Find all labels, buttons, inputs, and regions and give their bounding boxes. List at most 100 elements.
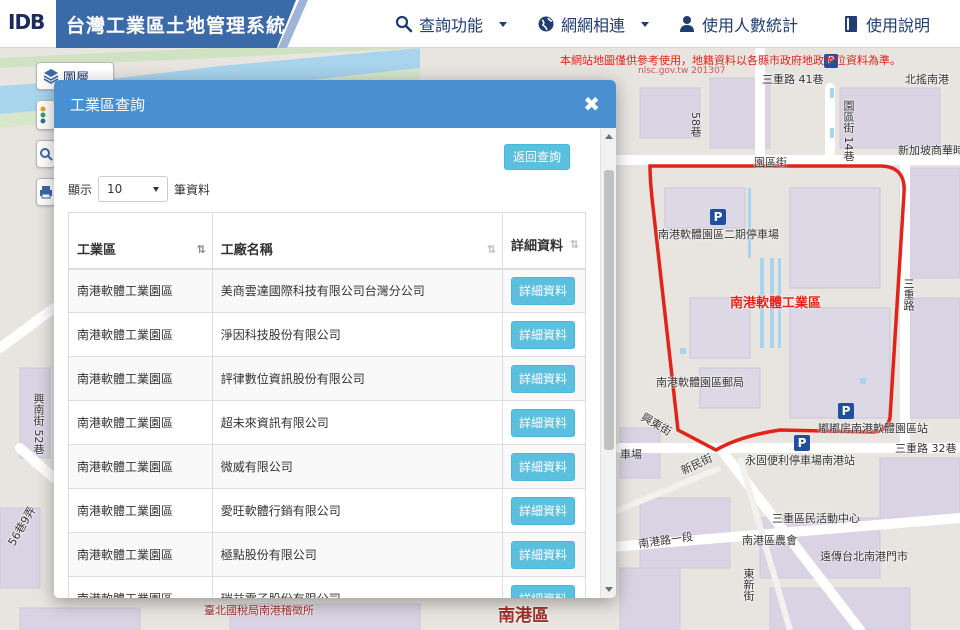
- table-row: 南港軟體工業園區 淨因科技股份有限公司 詳細資料: [68, 312, 587, 357]
- details-button[interactable]: 詳細資料: [510, 540, 575, 569]
- parking-icon[interactable]: P: [794, 435, 810, 451]
- scroll-up-arrow[interactable]: [605, 134, 613, 139]
- page-length-prefix: 顯示: [68, 182, 93, 197]
- details-button[interactable]: 詳細資料: [510, 584, 575, 598]
- map-label-road: 園區街 14巷: [842, 100, 855, 162]
- details-button[interactable]: 詳細資料: [510, 496, 575, 525]
- map-label-road: 三重路: [902, 278, 915, 311]
- table-row: 南港軟體工業園區 極點股份有限公司 詳細資料: [68, 532, 587, 577]
- cell-factory-name: 超未來資訊有限公司: [212, 400, 503, 445]
- user-icon: [680, 16, 694, 32]
- app-title: 台灣工業區土地管理系統: [66, 15, 287, 37]
- nav-user-stats-label: 使用人數統計: [702, 16, 799, 35]
- nav-user-guide-label: 使用說明: [866, 16, 931, 35]
- dialog-body[interactable]: 返回查詢 顯示 10 筆資料 工業區 ⇅ 工廠名稱 ⇅ 詳細資料 ⇅ 南港軟體工業園區…: [54, 128, 600, 598]
- column-header-industrial-area[interactable]: 工業區 ⇅: [68, 212, 213, 270]
- details-button[interactable]: 詳細資料: [510, 408, 575, 437]
- scroll-down-arrow[interactable]: [605, 587, 613, 592]
- column-header-details[interactable]: 詳細資料 ⇅: [502, 212, 587, 270]
- idb-logo[interactable]: IDB: [8, 10, 50, 36]
- page-length-suffix: 筆資料: [174, 182, 211, 197]
- parking-icon[interactable]: P: [710, 209, 726, 225]
- column-header-factory-name[interactable]: 工廠名稱 ⇅: [212, 212, 503, 270]
- close-icon[interactable]: ✖: [583, 94, 600, 114]
- search-icon: [40, 148, 53, 161]
- parking-icon[interactable]: P: [838, 403, 854, 419]
- map-label-road: 58巷: [689, 112, 702, 137]
- table-body: 南港軟體工業園區 美商雲達國際科技有限公司台灣分公司 詳細資料 南港軟體工業園區 淨因科…: [68, 268, 587, 598]
- scrollbar-thumb[interactable]: [604, 170, 614, 450]
- industrial-area-query-dialog: 工業區查詢 ✖ 返回查詢 顯示 10 筆資料 工業區 ⇅ 工廠名稱 ⇅ 詳細資料 ⇅ …: [54, 80, 616, 598]
- map-label-poi: 三重區民活動中心: [772, 512, 860, 525]
- sort-asc-icon: ⇅: [196, 242, 205, 256]
- cell-industrial-area: 南港軟體工業園區: [68, 268, 213, 313]
- cell-details: 詳細資料: [502, 268, 587, 313]
- cell-details: 詳細資料: [502, 576, 587, 598]
- page-length-control: 顯示 10 筆資料: [68, 176, 210, 202]
- sort-icon: ⇅: [569, 237, 579, 251]
- cell-industrial-area: 南港軟體工業園區: [68, 532, 213, 577]
- map-label-poi: 新加坡商華時: [898, 144, 960, 157]
- cell-factory-name: 極點股份有限公司: [212, 532, 503, 577]
- map-label-poi: 臺北國稅局南港稽徵所: [204, 604, 314, 617]
- search-tool-button[interactable]: [36, 140, 56, 168]
- map-label-poi: 南港軟體園區郵局: [656, 376, 744, 389]
- nav-web-links[interactable]: 網網相連: [537, 12, 650, 36]
- cell-industrial-area: 南港軟體工業園區: [68, 576, 213, 598]
- map-label-road: 興南街 52巷: [32, 393, 45, 455]
- table-header-row: 工業區 ⇅ 工廠名稱 ⇅ 詳細資料 ⇅: [68, 212, 587, 270]
- print-button[interactable]: [36, 178, 56, 206]
- chevron-down-icon: [153, 186, 160, 192]
- cell-factory-name: 美商雲達國際科技有限公司台灣分公司: [212, 268, 503, 313]
- page-length-select[interactable]: 10: [98, 176, 169, 202]
- book-icon: [845, 16, 857, 32]
- cell-factory-name: 微威有限公司: [212, 444, 503, 489]
- cell-details: 詳細資料: [502, 488, 587, 533]
- cell-industrial-area: 南港軟體工業園區: [68, 444, 213, 489]
- table-row: 南港軟體工業園區 愛旺軟體行銷有限公司 詳細資料: [68, 488, 587, 533]
- print-icon: [40, 186, 52, 199]
- map-label-road: 三重路 32巷: [895, 442, 957, 455]
- cell-details: 詳細資料: [502, 400, 587, 445]
- map-label-poi: 永固便利停車場南港站: [745, 454, 855, 467]
- map-label-road: 東新街: [742, 568, 755, 601]
- page-length-value: 10: [107, 182, 123, 196]
- nav-web-links-label: 網網相連: [561, 16, 626, 35]
- map-label-poi: 嘟嘟房南港軟體園區站: [818, 422, 928, 435]
- map-label-poi: 遠傳台北南港門市: [820, 550, 908, 563]
- cell-details: 詳細資料: [502, 444, 587, 489]
- map-label-road: 三重路 41巷: [762, 73, 824, 86]
- table-row: 南港軟體工業園區 評律數位資訊股份有限公司 詳細資料: [68, 356, 587, 401]
- table-row: 南港軟體工業園區 美商雲達國際科技有限公司台灣分公司 詳細資料: [68, 268, 587, 313]
- globe-icon: [538, 16, 554, 32]
- cell-industrial-area: 南港軟體工業園區: [68, 400, 213, 445]
- map-label-poi: 南港軟體園區二期停車場: [658, 228, 779, 241]
- legend-button[interactable]: [36, 100, 56, 130]
- industrial-area-label[interactable]: 南港軟體工業區: [730, 292, 821, 311]
- cell-factory-name: 評律數位資訊股份有限公司: [212, 356, 503, 401]
- dialog-header: 工業區查詢 ✖: [54, 80, 616, 128]
- nav-query-functions-label: 查詢功能: [419, 16, 484, 35]
- cell-industrial-area: 南港軟體工業園區: [68, 312, 213, 357]
- map-label-poi: 車場: [620, 448, 642, 461]
- district-label: 南港區: [498, 606, 549, 626]
- details-button[interactable]: 詳細資料: [510, 320, 575, 349]
- cell-factory-name: 淨因科技股份有限公司: [212, 312, 503, 357]
- search-icon: [395, 15, 413, 33]
- details-button[interactable]: 詳細資料: [510, 276, 575, 305]
- cell-details: 詳細資料: [502, 356, 587, 401]
- details-button[interactable]: 詳細資料: [510, 452, 575, 481]
- back-to-query-button[interactable]: 返回查詢: [504, 144, 570, 170]
- nav-query-functions[interactable]: 查詢功能: [395, 12, 508, 36]
- nav-user-guide[interactable]: 使用說明: [842, 12, 930, 36]
- chevron-down-icon: [499, 21, 508, 27]
- details-button[interactable]: 詳細資料: [510, 364, 575, 393]
- map-label-poi: 南港區農會: [742, 534, 797, 547]
- dialog-scrollbar[interactable]: [600, 128, 616, 598]
- cell-factory-name: 愛旺軟體行銷有限公司: [212, 488, 503, 533]
- table-row: 南港軟體工業園區瑞益電子股份有限公司詳細資料: [68, 576, 587, 598]
- nav-user-stats[interactable]: 使用人數統計: [678, 12, 798, 36]
- map-label-road: 園區街: [754, 156, 787, 169]
- dialog-title: 工業區查詢: [70, 95, 146, 114]
- table-row: 南港軟體工業園區 微威有限公司 詳細資料: [68, 444, 587, 489]
